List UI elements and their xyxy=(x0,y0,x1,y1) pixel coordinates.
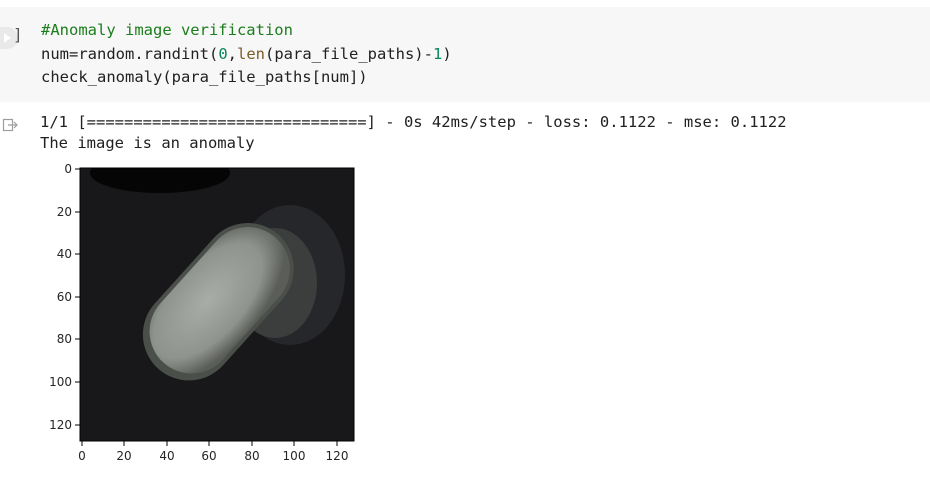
x-tick-label: 80 xyxy=(244,449,259,463)
code-editor[interactable]: #Anomaly image verification num=random.r… xyxy=(41,19,452,90)
x-tick-label: 40 xyxy=(159,449,174,463)
y-tick-label: 0 xyxy=(64,162,72,176)
code-comment: #Anomaly image verification xyxy=(41,21,293,39)
code-cell[interactable]: ] #Anomaly image verification num=random… xyxy=(0,7,930,102)
anomaly-image xyxy=(80,168,354,441)
x-tick-label: 20 xyxy=(116,449,131,463)
cell-output: 1/1 [==============================] - 0… xyxy=(40,112,787,154)
code-line-2: num=random.randint(0,len(para_file_paths… xyxy=(41,44,452,63)
x-axis: 0 20 40 60 80 100 120 xyxy=(78,441,348,463)
anomaly-message: The image is an anomaly xyxy=(40,134,255,152)
y-axis: 0 20 40 60 80 100 120 xyxy=(49,162,80,432)
x-tick-label: 100 xyxy=(283,449,306,463)
code-line-3: check_anomaly(para_file_paths[num]) xyxy=(41,68,368,86)
image-plot: 0 20 40 60 80 100 120 0 20 40 60 80 100 … xyxy=(49,162,355,463)
x-tick-label: 120 xyxy=(326,449,349,463)
y-tick-label: 60 xyxy=(57,290,72,304)
y-tick-label: 100 xyxy=(49,375,72,389)
execution-count-bracket: ] xyxy=(13,25,23,44)
y-tick-label: 40 xyxy=(57,247,72,261)
x-tick-label: 60 xyxy=(201,449,216,463)
x-tick-label: 0 xyxy=(78,449,86,463)
y-tick-label: 20 xyxy=(57,205,72,219)
output-icon[interactable] xyxy=(2,117,18,133)
y-tick-label: 80 xyxy=(57,332,72,346)
progress-line: 1/1 [==============================] - 0… xyxy=(40,113,787,131)
y-tick-label: 120 xyxy=(49,418,72,432)
